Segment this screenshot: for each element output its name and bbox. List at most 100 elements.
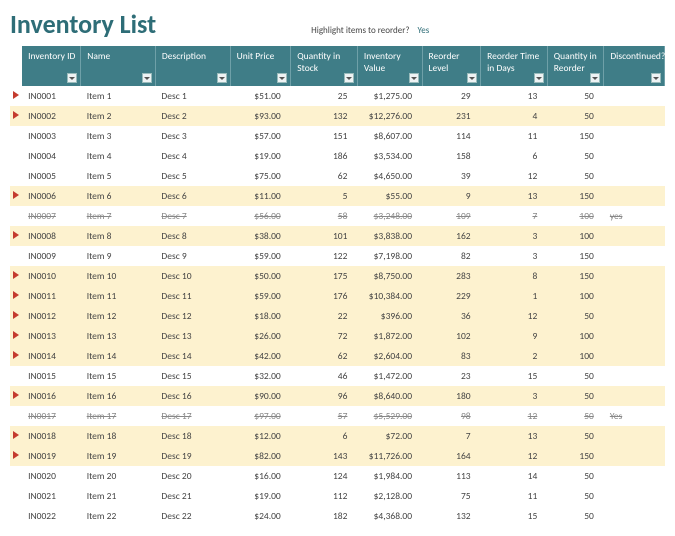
flag-col-header [10,46,22,86]
cell-desc: Desc 21 [155,486,230,506]
inventory-table: Inventory IDNameDescriptionUnit PriceQua… [10,46,665,526]
table-row[interactable]: IN0011Item 11Desc 11$59.00176$10,384.002… [10,286,665,306]
col-header[interactable]: Reorder Level [422,46,481,86]
cell-qr: 50 [547,386,604,406]
table-row[interactable]: IN0004Item 4Desc 4$19.00186$3,534.001586… [10,146,665,166]
cell-name: Item 17 [81,406,156,426]
table-row[interactable]: IN0009Item 9Desc 9$59.00122$7,198.008231… [10,246,665,266]
cell-val: $2,128.00 [357,486,422,506]
table-row[interactable]: IN0010Item 10Desc 10$50.00175$8,750.0028… [10,266,665,286]
cell-desc: Desc 12 [155,306,230,326]
col-header[interactable]: Inventory ID [22,46,81,86]
filter-dropdown-icon[interactable] [277,73,287,83]
filter-dropdown-icon[interactable] [651,73,661,83]
col-header[interactable]: Name [81,46,156,86]
reorder-flag-icon [13,191,19,199]
highlight-value[interactable]: Yes [418,25,430,36]
filter-dropdown-icon[interactable] [67,73,77,83]
cell-name: Item 20 [81,466,156,486]
filter-dropdown-icon[interactable] [590,73,600,83]
table-row[interactable]: IN0005Item 5Desc 5$75.0062$4,650.0039125… [10,166,665,186]
col-header-label: Inventory Value [364,50,401,74]
cell-price: $24.00 [230,506,291,526]
filter-dropdown-icon[interactable] [467,73,477,83]
cell-qr: 50 [547,486,604,506]
filter-dropdown-icon[interactable] [142,73,152,83]
cell-desc: Desc 15 [155,366,230,386]
cell-disc [604,266,665,286]
col-header[interactable]: Quantity in Reorder [547,46,604,86]
cell-qty: 124 [291,466,358,486]
col-header-label: Reorder Level [429,50,460,74]
cell-re: 98 [422,406,481,426]
cell-re: 102 [422,326,481,346]
table-row[interactable]: IN0017Item 17Desc 17$97.0057$5,529.00981… [10,406,665,426]
filter-dropdown-icon[interactable] [534,73,544,83]
cell-price: $32.00 [230,366,291,386]
table-row[interactable]: IN0022Item 22Desc 22$24.00182$4,368.0013… [10,506,665,526]
cell-val: $4,650.00 [357,166,422,186]
cell-rtd: 12 [481,306,548,326]
cell-disc: yes [604,206,665,226]
table-row[interactable]: IN0021Item 21Desc 21$19.00112$2,128.0075… [10,486,665,506]
cell-flag [10,306,22,326]
reorder-flag-icon [13,451,19,459]
cell-val: $55.00 [357,186,422,206]
table-row[interactable]: IN0008Item 8Desc 8$38.00101$3,838.001623… [10,226,665,246]
table-row[interactable]: IN0014Item 14Desc 14$42.0062$2,604.00832… [10,346,665,366]
table-row[interactable]: IN0002Item 2Desc 2$93.00132$12,276.00231… [10,106,665,126]
cell-qty: 112 [291,486,358,506]
filter-dropdown-icon[interactable] [409,73,419,83]
cell-desc: Desc 3 [155,126,230,146]
col-header[interactable]: Quantity in Stock [291,46,358,86]
cell-desc: Desc 18 [155,426,230,446]
table-row[interactable]: IN0016Item 16Desc 16$90.0096$8,640.00180… [10,386,665,406]
col-header[interactable]: Discontinued? [604,46,665,86]
cell-name: Item 14 [81,346,156,366]
cell-qty: 96 [291,386,358,406]
cell-rtd: 15 [481,366,548,386]
cell-qty: 132 [291,106,358,126]
col-header[interactable]: Reorder Time in Days [481,46,548,86]
cell-rtd: 2 [481,346,548,366]
table-row[interactable]: IN0018Item 18Desc 18$12.006$72.0071350 [10,426,665,446]
cell-val: $11,726.00 [357,446,422,466]
table-row[interactable]: IN0003Item 3Desc 3$57.00151$8,607.001141… [10,126,665,146]
col-header[interactable]: Inventory Value [357,46,422,86]
cell-val: $3,838.00 [357,226,422,246]
filter-dropdown-icon[interactable] [217,73,227,83]
table-row[interactable]: IN0019Item 19Desc 19$82.00143$11,726.001… [10,446,665,466]
cell-val: $7,198.00 [357,246,422,266]
cell-qty: 101 [291,226,358,246]
cell-qr: 100 [547,346,604,366]
reorder-flag-icon [13,351,19,359]
cell-name: Item 10 [81,266,156,286]
cell-price: $18.00 [230,306,291,326]
cell-price: $42.00 [230,346,291,366]
cell-disc [604,146,665,166]
cell-id: IN0020 [22,466,81,486]
cell-re: 162 [422,226,481,246]
table-row[interactable]: IN0012Item 12Desc 12$18.0022$396.0036125… [10,306,665,326]
cell-qty: 46 [291,366,358,386]
table-row[interactable]: IN0007Item 7Desc 7$56.0058$3,248.0010971… [10,206,665,226]
cell-disc [604,306,665,326]
cell-rtd: 3 [481,386,548,406]
cell-name: Item 5 [81,166,156,186]
cell-id: IN0014 [22,346,81,366]
cell-val: $1,984.00 [357,466,422,486]
cell-val: $1,275.00 [357,86,422,106]
filter-dropdown-icon[interactable] [344,73,354,83]
cell-flag [10,286,22,306]
table-row[interactable]: IN0001Item 1Desc 1$51.0025$1,275.0029135… [10,86,665,106]
col-header[interactable]: Description [155,46,230,86]
table-row[interactable]: IN0015Item 15Desc 15$32.0046$1,472.00231… [10,366,665,386]
table-row[interactable]: IN0013Item 13Desc 13$26.0072$1,872.00102… [10,326,665,346]
table-row[interactable]: IN0006Item 6Desc 6$11.005$55.00913150 [10,186,665,206]
cell-disc [604,226,665,246]
col-header[interactable]: Unit Price [230,46,291,86]
cell-price: $75.00 [230,166,291,186]
table-row[interactable]: IN0020Item 20Desc 20$16.00124$1,984.0011… [10,466,665,486]
cell-price: $38.00 [230,226,291,246]
cell-disc [604,386,665,406]
